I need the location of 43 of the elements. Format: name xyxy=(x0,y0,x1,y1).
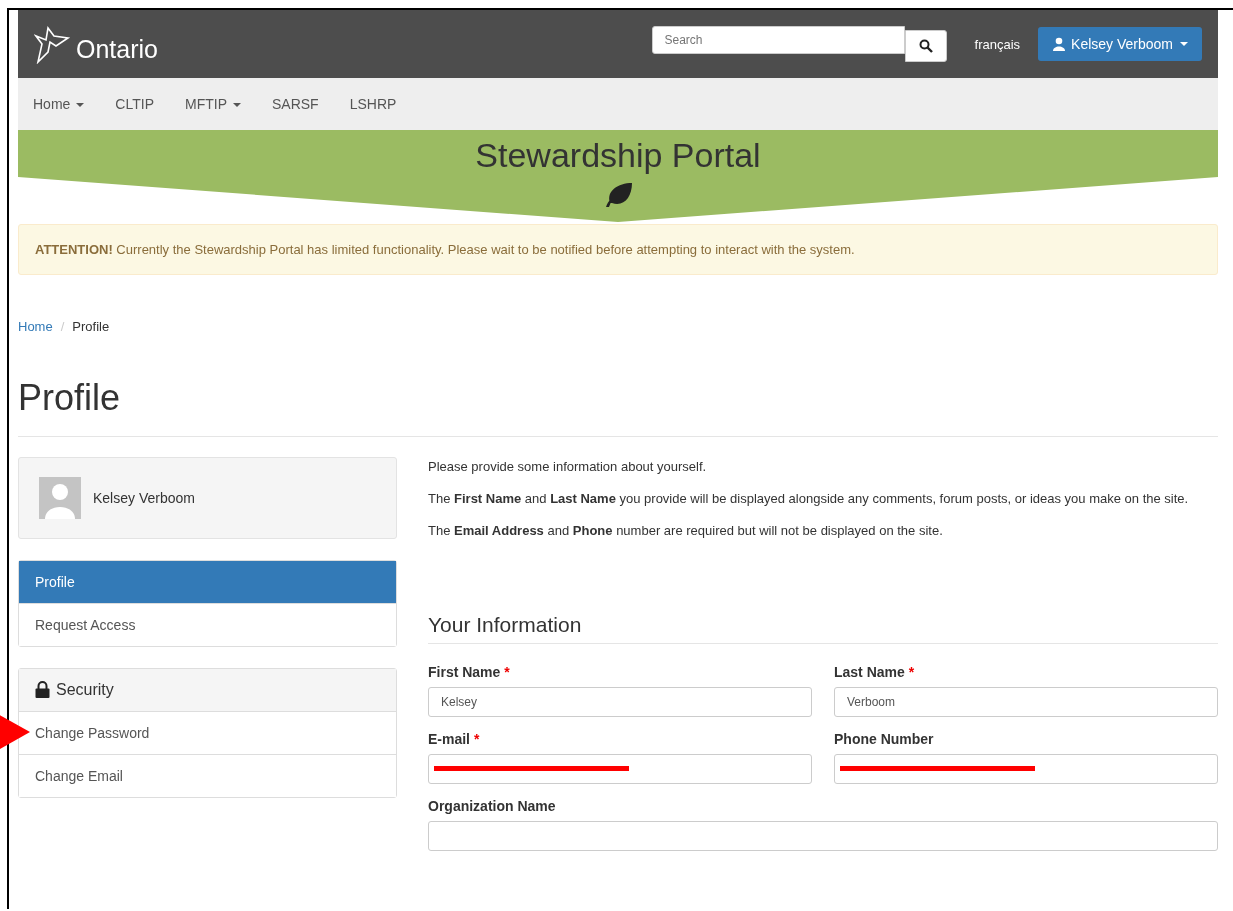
input-field[interactable] xyxy=(428,821,1218,851)
nav-link[interactable]: MFTIP xyxy=(185,96,241,112)
breadcrumb-link[interactable]: Home xyxy=(18,319,53,334)
logo-text[interactable]: Ontario xyxy=(76,35,158,64)
section-heading: Your Information xyxy=(428,613,1218,644)
intro-paragraph: The Email Address and Phone number are required but will not be displayed on the site. xyxy=(428,521,944,540)
breadcrumb-separator: / xyxy=(60,319,65,334)
pointer-arrow xyxy=(0,713,30,750)
breadcrumb-link[interactable]: Profile xyxy=(72,319,110,334)
input-field[interactable] xyxy=(428,754,812,784)
lock-icon xyxy=(35,681,50,699)
search-button[interactable] xyxy=(904,30,947,62)
sidebar-item[interactable]: Change Email xyxy=(19,753,396,797)
banner-title: Stewardship Portal xyxy=(475,136,761,175)
nav-link[interactable]: SARSF xyxy=(272,96,319,112)
intro-paragraph: The First Name and Last Name you provide will be displayed alongside any comments, forum posts, or ideas you make on the site. xyxy=(428,489,1190,508)
nav-link[interactable]: LSHRP xyxy=(349,96,397,112)
nav-link[interactable]: CLTIP xyxy=(115,96,154,112)
required-mark: * xyxy=(908,664,915,680)
input-field[interactable]: Kelsey xyxy=(428,687,812,717)
user-menu-button[interactable]: Kelsey Verboom xyxy=(1038,27,1202,61)
field-label: Organization Name xyxy=(428,798,556,814)
search-field[interactable]: Search xyxy=(651,26,905,54)
search-icon xyxy=(918,39,933,53)
avatar-icon xyxy=(39,476,81,519)
section-heading: Security xyxy=(56,680,114,699)
intro-paragraph: Please provide some information about yourself. xyxy=(428,457,708,476)
required-mark: * xyxy=(474,731,480,747)
page-title: Profile xyxy=(18,378,122,418)
nav-link[interactable]: Home xyxy=(33,96,85,112)
language-link[interactable]: français xyxy=(974,36,1021,52)
input-field[interactable] xyxy=(834,754,1218,784)
sidebar-item[interactable]: Request Access xyxy=(19,602,396,646)
user-name: Kelsey Verboom xyxy=(93,489,195,506)
field-label: Phone Number xyxy=(834,731,934,747)
attention-alert: ATTENTION! Currently the Stewardship Portal has limited functionality. Please wait to be notified before attempting to interact with the system. xyxy=(18,224,1218,275)
sidebar-item[interactable]: Profile xyxy=(19,560,396,603)
field-label: Last Name xyxy=(834,664,905,680)
input-field[interactable]: Verboom xyxy=(834,687,1218,717)
field-label: E-mail xyxy=(428,731,470,747)
required-mark: * xyxy=(504,664,510,680)
field-label: First Name xyxy=(428,664,501,680)
user-icon xyxy=(1052,37,1067,51)
